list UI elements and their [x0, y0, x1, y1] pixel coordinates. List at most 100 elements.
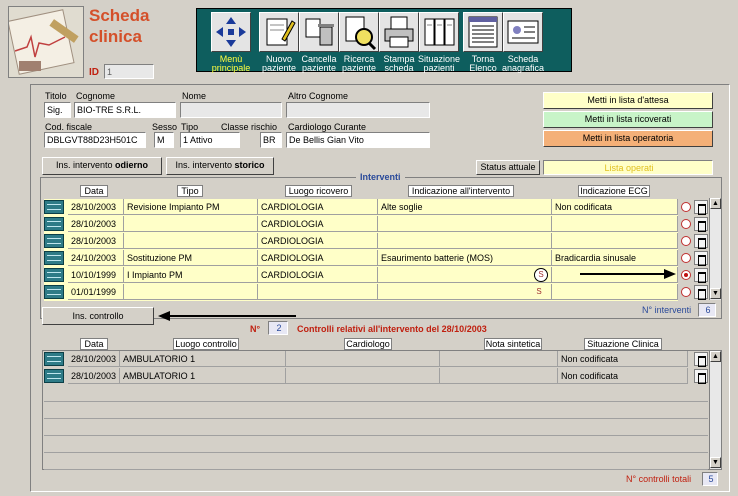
intervento-cell-ecg[interactable] [552, 284, 678, 300]
intervento-cell-tipo[interactable] [124, 284, 258, 300]
ctrl-scroll-down-icon[interactable]: ▼ [710, 457, 721, 468]
cod-fiscale-field[interactable]: DBLGVT88D23H501C [44, 132, 146, 148]
intervento-cell-tipo[interactable]: I Impianto PM [124, 267, 258, 283]
delete-controllo-icon[interactable] [694, 369, 708, 384]
nuovo-paziente-button[interactable] [259, 12, 299, 52]
controllo-cell-situazione[interactable]: Non codificata [558, 368, 688, 384]
intervento-cell-luogo[interactable]: CARDIOLOGIA [258, 267, 378, 283]
intervento-cell-data[interactable]: 28/10/2003 [68, 233, 124, 249]
intervento-cell-indicazione[interactable] [378, 267, 552, 283]
intervento-cell-tipo[interactable]: Sostituzione PM [124, 250, 258, 266]
sesso-field[interactable]: M [154, 132, 174, 148]
delete-intervento-icon[interactable] [694, 285, 708, 300]
intervento-cell-data[interactable]: 24/10/2003 [68, 250, 124, 266]
page-title-line1: Scheda [89, 6, 150, 25]
open-record-icon[interactable] [44, 251, 64, 265]
intervento-cell-ecg[interactable] [552, 216, 678, 232]
delete-intervento-icon[interactable] [694, 200, 708, 215]
cancella-paziente-button[interactable] [299, 12, 339, 52]
controllo-cell-nota[interactable] [440, 368, 558, 384]
controllo-cell-luogo[interactable]: AMBULATORIO 1 [120, 368, 286, 384]
ins-controllo-button[interactable]: Ins. controllo [42, 307, 154, 325]
select-intervento-radio[interactable] [681, 236, 691, 246]
controlli-scrollbar[interactable]: ▲ ▼ [709, 351, 721, 469]
ins-intervento-odierno-button[interactable]: Ins. intervento odierno [42, 157, 162, 175]
torna-elenco-button[interactable] [463, 12, 503, 52]
classe-rischio-field[interactable]: BR [260, 132, 282, 148]
ins-intervento-storico-button[interactable]: Ins. intervento storico [166, 157, 274, 175]
cognome-field[interactable]: BIO-TRE S.R.L. [74, 102, 176, 118]
intervento-row[interactable]: 28/10/2003 CARDIOLOGIA [44, 216, 678, 233]
controllo-cell-cardiologo[interactable] [286, 368, 440, 384]
intervento-cell-luogo[interactable] [258, 284, 378, 300]
menu-principale-button[interactable] [211, 12, 251, 52]
intervento-cell-indicazione[interactable] [378, 284, 552, 300]
scheda-anagrafica-button[interactable] [503, 12, 543, 52]
open-controllo-icon[interactable] [44, 352, 64, 366]
interventi-scrollbar[interactable]: ▲ ▼ [709, 198, 721, 300]
select-intervento-radio[interactable] [681, 219, 691, 229]
delete-controllo-icon[interactable] [694, 352, 708, 367]
lista-ricoverati-button[interactable]: Metti in lista ricoverati [543, 111, 713, 128]
intervento-cell-ecg[interactable] [552, 233, 678, 249]
tipo-field[interactable]: 1 Attivo [180, 132, 240, 148]
lista-attesa-button[interactable]: Metti in lista d'attesa [543, 92, 713, 109]
intervento-cell-luogo[interactable]: CARDIOLOGIA [258, 250, 378, 266]
select-intervento-radio[interactable] [681, 270, 691, 280]
intervento-cell-indicazione[interactable]: Esaurimento batterie (MOS) [378, 250, 552, 266]
open-controllo-icon[interactable] [44, 369, 64, 383]
open-record-icon[interactable] [44, 234, 64, 248]
intervento-cell-indicazione[interactable]: Alte soglie [378, 199, 552, 215]
open-record-icon[interactable] [44, 217, 64, 231]
intervento-cell-tipo[interactable]: Revisione Impianto PM [124, 199, 258, 215]
open-record-icon[interactable] [44, 200, 64, 214]
controllo-cell-luogo[interactable]: AMBULATORIO 1 [120, 351, 286, 367]
lista-operatoria-button[interactable]: Metti in lista operatoria [543, 130, 713, 147]
intervento-cell-data[interactable]: 10/10/1999 [68, 267, 124, 283]
delete-intervento-icon[interactable] [694, 268, 708, 283]
controllo-cell-cardiologo[interactable] [286, 351, 440, 367]
intervento-cell-data[interactable]: 28/10/2003 [68, 216, 124, 232]
controllo-cell-data[interactable]: 28/10/2003 [68, 368, 120, 384]
controllo-row[interactable]: 28/10/2003 AMBULATORIO 1 Non codificata [44, 368, 690, 385]
s-marker: S [534, 268, 548, 282]
intervento-cell-tipo[interactable] [124, 216, 258, 232]
intervento-cell-indicazione[interactable] [378, 216, 552, 232]
controllo-cell-data[interactable]: 28/10/2003 [68, 351, 120, 367]
intervento-cell-tipo[interactable] [124, 233, 258, 249]
delete-intervento-icon[interactable] [694, 234, 708, 249]
titolo-field[interactable]: Sig. [44, 102, 71, 118]
intervento-cell-luogo[interactable]: CARDIOLOGIA [258, 199, 378, 215]
select-intervento-radio[interactable] [681, 202, 691, 212]
delete-intervento-icon[interactable] [694, 217, 708, 232]
ctrl-col-luogo: Luogo controllo [173, 338, 239, 350]
intervento-cell-data[interactable]: 01/01/1999 [68, 284, 124, 300]
stampa-scheda-button[interactable] [379, 12, 419, 52]
select-intervento-radio[interactable] [681, 253, 691, 263]
select-intervento-radio[interactable] [681, 287, 691, 297]
cardiologo-field[interactable]: De Bellis Gian Vito [286, 132, 430, 148]
intervento-row[interactable]: 01/01/1999 S [44, 284, 678, 301]
ctrl-scroll-up-icon[interactable]: ▲ [710, 351, 721, 362]
intervento-row[interactable]: 24/10/2003 Sostituzione PM CARDIOLOGIA Esau… [44, 250, 678, 267]
controllo-row[interactable]: 28/10/2003 AMBULATORIO 1 Non codificata [44, 351, 690, 368]
controllo-cell-nota[interactable] [440, 351, 558, 367]
ricerca-paziente-button[interactable] [339, 12, 379, 52]
controllo-cell-situazione[interactable]: Non codificata [558, 351, 688, 367]
scroll-up-icon[interactable]: ▲ [710, 198, 721, 209]
nome-field[interactable] [180, 102, 282, 118]
intervento-row[interactable]: 28/10/2003 CARDIOLOGIA [44, 233, 678, 250]
intervento-cell-luogo[interactable]: CARDIOLOGIA [258, 216, 378, 232]
intervento-cell-data[interactable]: 28/10/2003 [68, 199, 124, 215]
delete-intervento-icon[interactable] [694, 251, 708, 266]
situazione-pazienti-button[interactable] [419, 12, 459, 52]
intervento-cell-ecg[interactable]: Bradicardia sinusale [552, 250, 678, 266]
scroll-down-icon[interactable]: ▼ [710, 288, 721, 299]
open-record-icon[interactable] [44, 268, 64, 282]
altro-cognome-field[interactable] [286, 102, 430, 118]
intervento-row[interactable]: 28/10/2003 Revisione Impianto PM CARDIOLOG… [44, 199, 678, 216]
intervento-cell-ecg[interactable]: Non codificata [552, 199, 678, 215]
intervento-cell-indicazione[interactable] [378, 233, 552, 249]
open-record-icon[interactable] [44, 285, 64, 299]
intervento-cell-luogo[interactable]: CARDIOLOGIA [258, 233, 378, 249]
